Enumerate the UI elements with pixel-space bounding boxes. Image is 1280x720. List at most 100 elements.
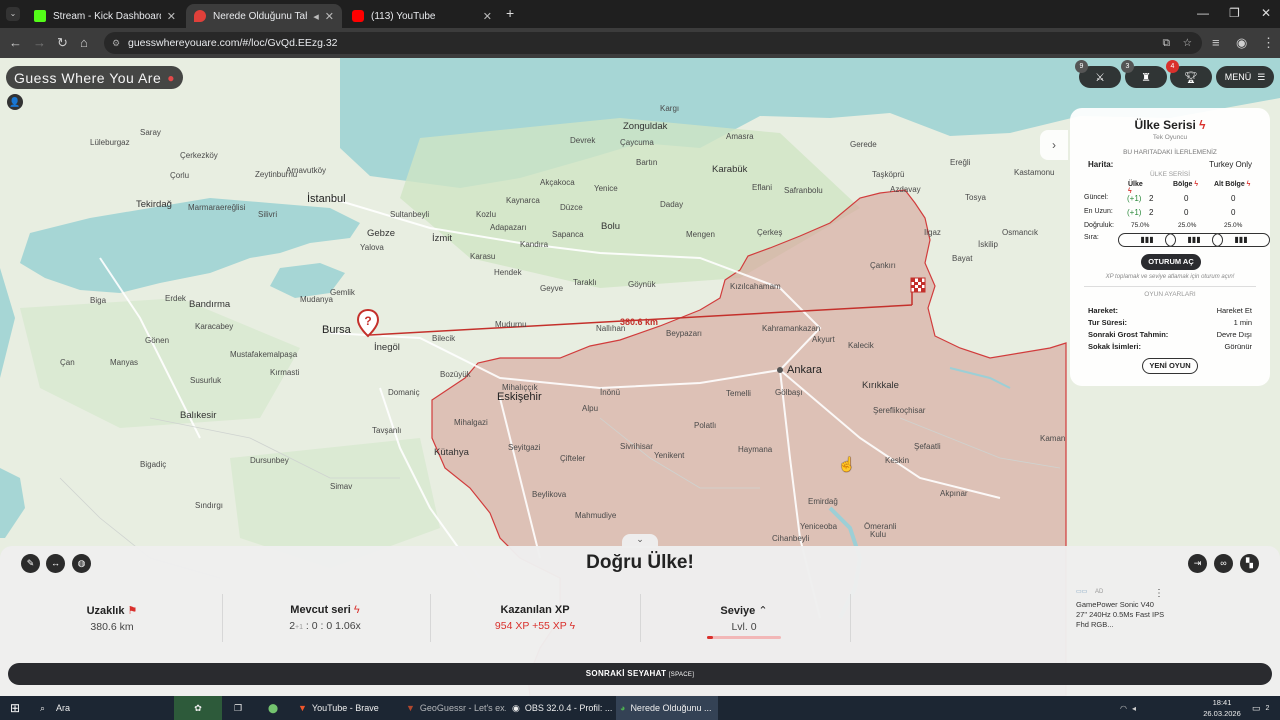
install-icon[interactable]: ⧉ [1163,32,1171,54]
party-icon: ♜ [1141,71,1151,84]
capital-dot [777,367,783,373]
collapse-panel-button[interactable]: › [1040,130,1068,160]
pin-icon: ● [167,70,176,85]
taskbar-app-brave-youtube[interactable]: ▼ YouTube - Brave [298,696,404,720]
ad-tag: AD [1095,589,1104,595]
city-label: Tekirdağ [136,199,172,210]
result-title: Doğru Ülke! [586,552,694,573]
trophy-button[interactable]: 4 🏆︎ [1166,60,1212,88]
city-label: Sivrihisar [620,442,653,451]
browser-menu-icon[interactable]: ⋮ [1262,35,1275,51]
taskbar-app-obs[interactable]: ◉ OBS 32.0.4 - Profil: ... [512,696,616,720]
city-label: Zeytinburnu [255,170,298,179]
map-value: Turkey Only [1209,160,1252,169]
tab-title: (113) YouTube [371,10,436,22]
tab-search-icon[interactable]: ⌄ [6,7,20,21]
city-label: Kulu [870,530,887,539]
extensions-icon[interactable]: ≡ [1212,35,1220,50]
city-label: Taşköprü [872,170,905,179]
close-window-icon[interactable]: ✕ [1261,6,1271,20]
tab-title: Nerede Olduğunu Tahmin E [213,10,307,22]
setting-label: Hareket: [1088,306,1119,315]
wifi-icon: ◠ [1120,703,1127,713]
system-tray[interactable]: ◠ ◂ [1120,696,1200,720]
address-bar[interactable]: ⚙ guesswhereyouare.com/#/loc/GvQd.EEzg.3… [104,32,1202,54]
speaker-icon[interactable]: ◂ [313,10,319,23]
restore-icon[interactable]: ❐ [1229,6,1240,20]
hamburger-icon: ☰ [1257,71,1266,82]
login-button[interactable]: OTURUM AÇ [1141,254,1201,270]
city-label: Marmaraereğlisi [188,203,246,212]
setting-label: Tur Süresi: [1088,318,1128,327]
login-note: XP toplamak ve seviye atlamak için oturu… [1105,274,1235,280]
settings-header: OYUN AYARLARI [1144,291,1196,298]
chevrons-up-icon: ⌃ [758,605,768,617]
search-label: Ara [56,703,71,713]
forward-icon[interactable]: → [33,35,46,50]
city-label: Yalova [360,243,384,252]
profile-icon[interactable]: ◉ [1236,35,1247,51]
city-label: Eskişehir [497,391,542,403]
city-label: Bursa [322,324,351,336]
divider [850,594,851,642]
collapse-result-tab[interactable]: ⌄ [622,534,658,548]
back-icon[interactable]: ← [9,35,22,50]
city-label: Kırıkkale [862,380,899,391]
task-view-icon[interactable]: ❐ [234,696,242,720]
city-label: Osmancık [1002,228,1039,237]
taskbar-app-chrome[interactable]: ◕ Nerede Olduğunu ... [616,696,718,720]
tab-title: Stream - Kick Dashboard [53,10,161,22]
city-label: Bartın [636,158,658,167]
city-label: Cihanbeyli [772,534,810,543]
site-info-icon[interactable]: ⚙ [112,32,120,54]
new-tab-button[interactable]: + [506,5,514,21]
city-label: Temelli [726,389,751,398]
clock[interactable]: 18:41 26.03.2026 [1200,697,1244,719]
taskbar-app-label: GeoGuessr - Let's ex... [419,703,506,713]
user-icon[interactable]: 👤 [7,94,23,110]
rank-button-subregion[interactable]: ▮▮▮ [1212,233,1270,247]
tab-youtube[interactable]: (113) YouTube ✕ [344,4,500,28]
start-button[interactable]: ⊞ [10,696,20,720]
search-box[interactable]: ⌕ Ara [40,696,164,720]
city-label: Yenice [594,184,618,193]
taskbar-app-brave-geoguessr[interactable]: ▼ GeoGuessr - Let's ex... [406,696,506,720]
home-icon[interactable]: ⌂ [80,35,88,50]
tab-guess[interactable]: Nerede Olduğunu Tahmin E ◂ ✕ [186,4,342,28]
city-label: Ilgaz [924,228,941,237]
setting-label: Sokak İsimleri: [1088,342,1141,351]
menu-button[interactable]: MENÜ ☰ [1216,66,1274,88]
new-game-button[interactable]: YENİ OYUN [1142,358,1198,374]
city-label: Kahramankazan [762,324,821,333]
svg-text:?: ? [364,314,371,328]
kebab-menu-icon[interactable]: ⋮ [1154,588,1164,599]
city-label: Seyitgazi [508,443,541,452]
city-label: Erdek [165,294,186,303]
close-icon[interactable]: ✕ [167,10,176,23]
next-round-button[interactable]: SONRAKİ SEYAHAT [SPACE] [8,663,1272,685]
minimize-icon[interactable]: — [1197,6,1209,20]
level-label: Seviye ⌃ [696,604,792,617]
city-label: İzmit [432,233,453,244]
ad-box[interactable]: ▭▭ AD ⋮ GamePower Sonic V40 27" 240Hz 0.… [1076,588,1166,638]
friends-button[interactable]: 3 ♜ [1121,60,1167,88]
reload-icon[interactable]: ↻ [57,35,68,51]
xbox-icon[interactable]: ⬤ [268,696,278,720]
city-label: Amasra [726,132,754,141]
battle-button[interactable]: 9 ⚔ [1075,60,1121,88]
city-label: Hendek [494,268,522,277]
game-logo[interactable]: Guess Where You Are ● [6,66,184,89]
widget-icon[interactable]: ✿ [174,696,222,720]
notification-button[interactable]: ▭ 2 [1252,696,1269,720]
city-label: Gönen [145,336,170,345]
close-icon[interactable]: ✕ [325,10,334,23]
chevron-right-icon: › [1052,138,1056,152]
city-label: Geyve [540,284,564,293]
row-value: 0 [1231,194,1236,203]
bookmark-star-icon[interactable]: ☆ [1183,32,1192,54]
row-label: Doğruluk: [1084,222,1114,229]
city-label: Gebze [367,228,395,239]
tab-kick[interactable]: Stream - Kick Dashboard ✕ [26,4,184,28]
rank-label: Sıra: [1084,234,1099,241]
close-icon[interactable]: ✕ [483,10,492,23]
